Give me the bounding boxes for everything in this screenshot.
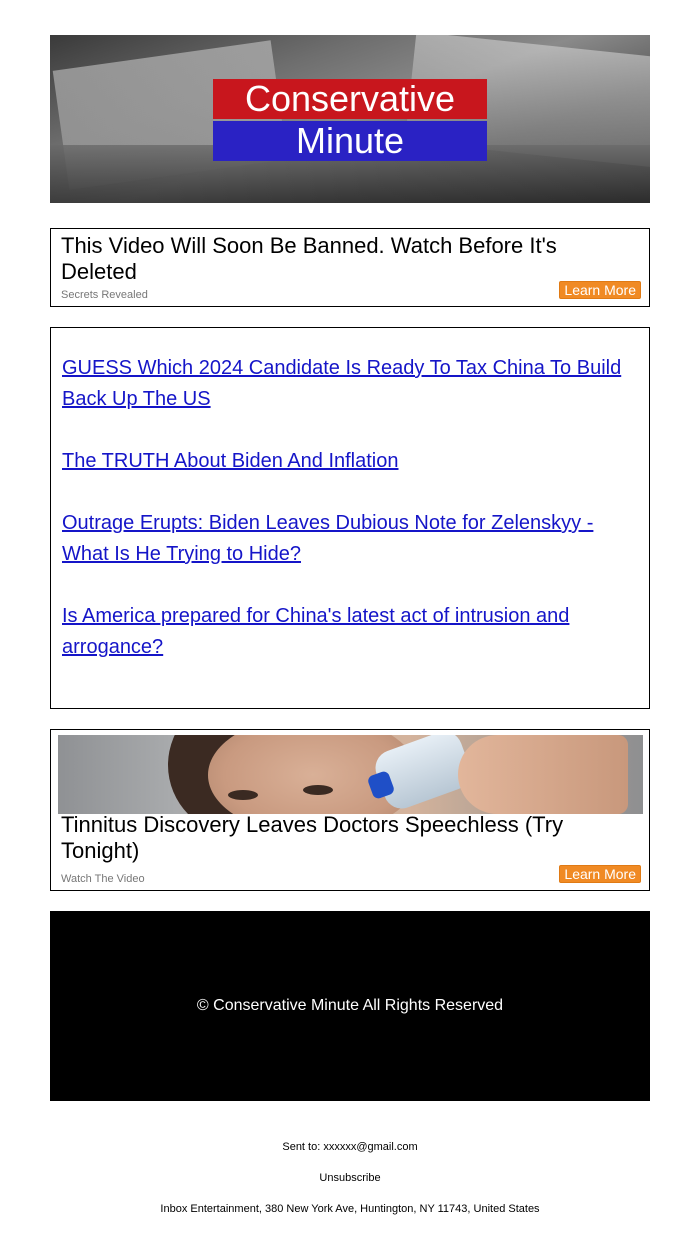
learn-more-button[interactable]: Learn More (559, 865, 641, 883)
headline-link[interactable]: Outrage Erupts: Biden Leaves Dubious Not… (62, 508, 637, 570)
ad-title[interactable]: Tinnitus Discovery Leaves Doctors Speech… (61, 812, 621, 864)
headline-link[interactable]: GUESS Which 2024 Candidate Is Ready To T… (62, 353, 637, 415)
headlines-box: GUESS Which 2024 Candidate Is Ready To T… (50, 327, 650, 709)
ad-sponsor: Secrets Revealed (61, 289, 148, 301)
ad-sponsor: Watch The Video (61, 873, 145, 885)
copyright-text: © Conservative Minute All Rights Reserve… (196, 997, 504, 1014)
sponsored-ad-top[interactable]: This Video Will Soon Be Banned. Watch Be… (50, 228, 650, 307)
ad-image-eye (228, 790, 258, 800)
unsubscribe-link[interactable]: Unsubscribe (0, 1172, 700, 1184)
logo-minute: Minute (213, 121, 487, 161)
ad-image-hand (458, 735, 628, 814)
ad-image[interactable] (58, 735, 643, 814)
learn-more-button[interactable]: Learn More (559, 281, 641, 299)
mailing-address: Inbox Entertainment, 380 New York Ave, H… (160, 1203, 540, 1215)
footer-banner: © Conservative Minute All Rights Reserve… (50, 911, 650, 1101)
sent-to-text: Sent to: xxxxxx@gmail.com (282, 1141, 418, 1153)
headline-link[interactable]: The TRUTH About Biden And Inflation (62, 446, 637, 477)
header-banner[interactable]: Conservative Minute (50, 35, 650, 203)
headlines-list: GUESS Which 2024 Candidate Is Ready To T… (62, 353, 637, 694)
headline-link[interactable]: Is America prepared for China's latest a… (62, 601, 637, 663)
ad-title[interactable]: This Video Will Soon Be Banned. Watch Be… (61, 233, 621, 285)
sponsored-ad-bottom[interactable]: Tinnitus Discovery Leaves Doctors Speech… (50, 729, 650, 891)
ad-image-eye (303, 785, 333, 795)
logo-conservative: Conservative (213, 79, 487, 119)
